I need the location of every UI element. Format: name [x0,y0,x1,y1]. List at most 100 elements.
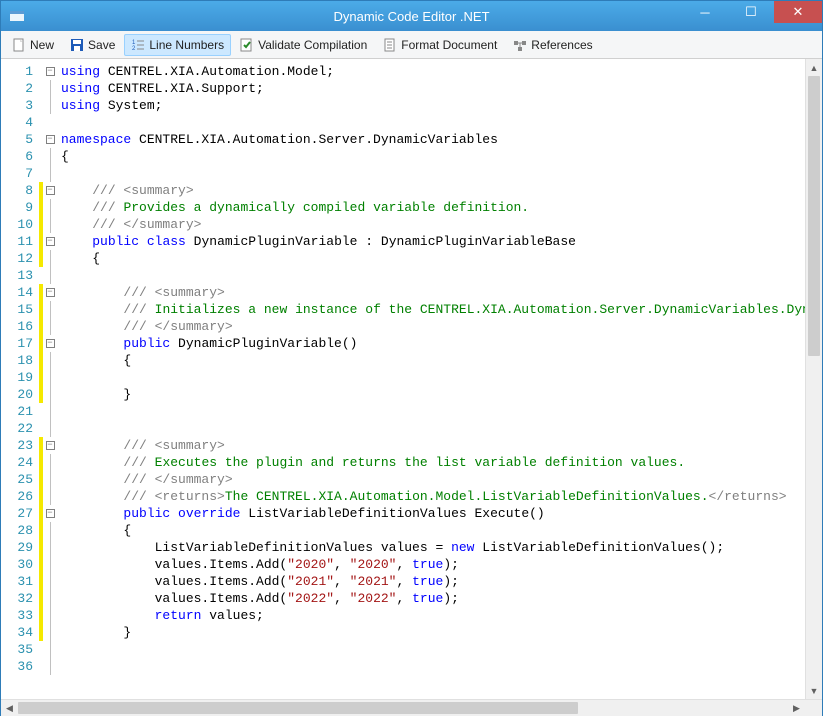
fold-guide [43,658,57,675]
save-button[interactable]: Save [63,34,122,56]
code-line[interactable]: values.Items.Add("2022", "2022", true); [61,590,822,607]
format-button[interactable]: Format Document [376,34,504,56]
code-content[interactable]: using CENTREL.XIA.Automation.Model;using… [57,59,822,699]
minimize-button[interactable]: ─ [682,1,728,23]
code-line[interactable]: public override ListVariableDefinitionVa… [61,505,822,522]
code-line[interactable] [61,369,822,386]
code-line[interactable] [61,641,822,658]
fold-toggle[interactable]: − [43,63,57,80]
fold-guide [43,641,57,658]
code-line[interactable]: } [61,624,822,641]
scroll-up-icon[interactable]: ▲ [806,59,822,76]
fold-guide [43,318,57,335]
line-number: 5 [11,131,33,148]
code-line[interactable]: values.Items.Add("2021", "2021", true); [61,573,822,590]
scroll-left-icon[interactable]: ◀ [1,700,18,716]
code-line[interactable]: /// </summary> [61,216,822,233]
scroll-right-icon[interactable]: ▶ [788,700,805,716]
line-number: 30 [11,556,33,573]
code-line[interactable]: { [61,522,822,539]
code-line[interactable]: using System; [61,97,822,114]
fold-guide [43,369,57,386]
line-number: 2 [11,80,33,97]
code-line[interactable]: /// </summary> [61,471,822,488]
line-numbers-button[interactable]: 12 Line Numbers [124,34,231,56]
fold-toggle[interactable]: − [43,182,57,199]
validate-label: Validate Compilation [258,38,367,52]
app-icon [7,6,27,26]
line-number: 18 [11,352,33,369]
code-line[interactable]: /// </summary> [61,318,822,335]
fold-guide [43,267,57,284]
fold-guide [43,386,57,403]
fold-guide [43,403,57,420]
line-number: 3 [11,97,33,114]
code-line[interactable]: namespace CENTREL.XIA.Automation.Server.… [61,131,822,148]
code-line[interactable]: /// <summary> [61,284,822,301]
code-line[interactable] [61,420,822,437]
hscroll-thumb[interactable] [18,702,578,714]
fold-guide [43,114,57,131]
code-line[interactable]: } [61,386,822,403]
references-label: References [531,38,592,52]
line-numbers-icon: 12 [131,38,145,52]
fold-toggle[interactable]: − [43,284,57,301]
fold-toggle[interactable]: − [43,335,57,352]
vertical-scrollbar[interactable]: ▲ ▼ [805,59,822,699]
scroll-corner [805,700,822,716]
line-number: 36 [11,658,33,675]
fold-toggle[interactable]: − [43,131,57,148]
code-line[interactable]: /// Initializes a new instance of the CE… [61,301,822,318]
fold-toggle[interactable]: − [43,505,57,522]
line-number: 27 [11,505,33,522]
code-line[interactable] [61,165,822,182]
fold-guide [43,454,57,471]
code-line[interactable]: /// <returns>The CENTREL.XIA.Automation.… [61,488,822,505]
code-line[interactable] [61,267,822,284]
code-line[interactable]: using CENTREL.XIA.Support; [61,80,822,97]
fold-guide [43,539,57,556]
code-line[interactable]: /// Executes the plugin and returns the … [61,454,822,471]
line-number: 11 [11,233,33,250]
code-line[interactable] [61,403,822,420]
new-button[interactable]: New [5,34,61,56]
fold-guide [43,522,57,539]
vscroll-track[interactable] [806,76,822,682]
line-number: 8 [11,182,33,199]
fold-guide [43,80,57,97]
titlebar[interactable]: Dynamic Code Editor .NET ─ ☐ ✕ [1,1,822,31]
vscroll-thumb[interactable] [808,76,820,356]
code-line[interactable]: /// Provides a dynamically compiled vari… [61,199,822,216]
hscroll-track[interactable] [18,700,788,716]
horizontal-scrollbar[interactable]: ◀ ▶ [1,699,822,716]
line-number: 24 [11,454,33,471]
close-button[interactable]: ✕ [774,1,822,23]
line-number: 4 [11,114,33,131]
validate-button[interactable]: Validate Compilation [233,34,374,56]
code-line[interactable]: ListVariableDefinitionValues values = ne… [61,539,822,556]
toolbar: New Save 12 Line Numbers Validate Compil… [1,31,822,59]
code-line[interactable] [61,114,822,131]
code-line[interactable]: { [61,352,822,369]
line-number: 26 [11,488,33,505]
save-label: Save [88,38,115,52]
code-line[interactable] [61,658,822,675]
code-line[interactable]: return values; [61,607,822,624]
references-button[interactable]: References [506,34,599,56]
line-number: 6 [11,148,33,165]
fold-toggle[interactable]: − [43,233,57,250]
code-line[interactable]: /// <summary> [61,437,822,454]
code-editor[interactable]: 1234567891011121314151617181920212223242… [1,59,822,699]
code-line[interactable]: public DynamicPluginVariable() [61,335,822,352]
code-line[interactable]: values.Items.Add("2020", "2020", true); [61,556,822,573]
code-line[interactable]: { [61,250,822,267]
fold-column[interactable]: − − − − − − − − [43,59,57,699]
scroll-down-icon[interactable]: ▼ [806,682,822,699]
code-line[interactable]: { [61,148,822,165]
code-line[interactable]: /// <summary> [61,182,822,199]
code-line[interactable]: using CENTREL.XIA.Automation.Model; [61,63,822,80]
fold-toggle[interactable]: − [43,437,57,454]
line-number: 20 [11,386,33,403]
maximize-button[interactable]: ☐ [728,1,774,23]
code-line[interactable]: public class DynamicPluginVariable : Dyn… [61,233,822,250]
